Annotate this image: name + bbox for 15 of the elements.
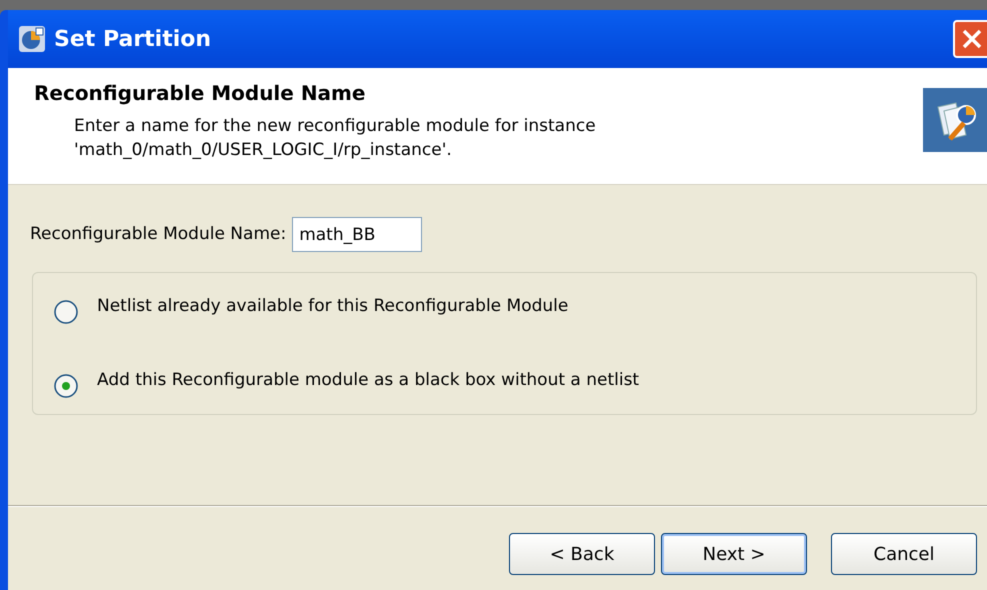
page-heading: Reconfigurable Module Name bbox=[34, 80, 366, 107]
wizard-button[interactable]: Next > bbox=[661, 533, 807, 575]
option-label[interactable]: Add this Reconfigurable module as a black box without a netlist bbox=[97, 368, 640, 394]
module-name-field[interactable]: math_BB bbox=[292, 217, 422, 252]
wizard-button[interactable]: < Back bbox=[509, 533, 655, 575]
close-button[interactable] bbox=[953, 20, 987, 58]
field-label: Reconfigurable Module Name: bbox=[30, 222, 286, 246]
option-label[interactable]: Netlist already available for this Reconfigurable Module bbox=[97, 294, 568, 320]
page-description: Enter a name for the new reconfigurable module for instance 'math_0/math_0/USER_LOGIC_I/rp_instance'. bbox=[74, 115, 597, 162]
radio-button[interactable] bbox=[53, 298, 79, 324]
window-title: Set Partition bbox=[54, 26, 212, 54]
close-icon bbox=[961, 28, 983, 50]
app-icon bbox=[18, 25, 46, 53]
radio-button[interactable] bbox=[53, 372, 79, 398]
wizard-button[interactable]: Cancel bbox=[831, 533, 977, 575]
